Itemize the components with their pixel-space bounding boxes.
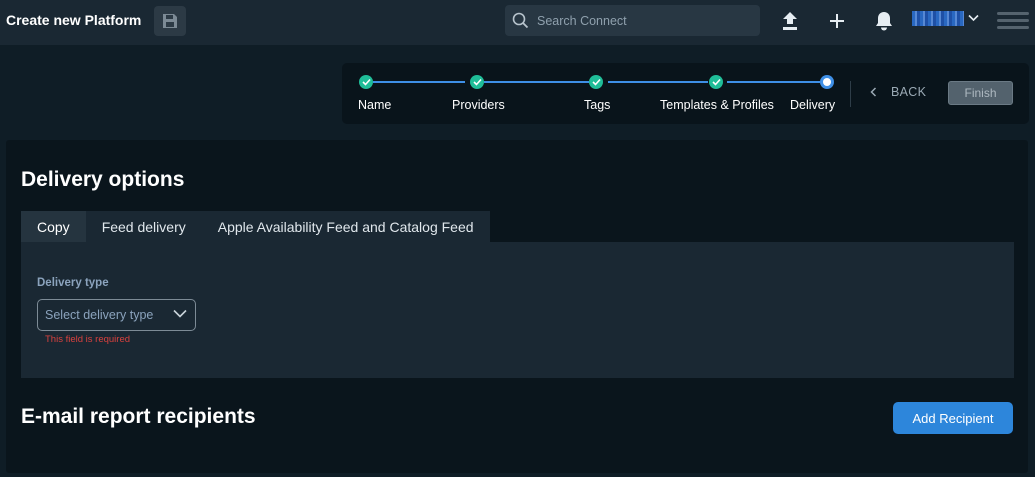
add-button[interactable] — [826, 10, 848, 32]
notifications-button[interactable] — [873, 10, 895, 32]
step-templates-profiles[interactable]: Templates & Profiles — [660, 98, 774, 112]
step-connector — [608, 81, 708, 83]
back-label: BACK — [891, 85, 927, 99]
step-done-icon — [470, 75, 484, 89]
step-done-icon — [589, 75, 603, 89]
finish-button[interactable]: Finish — [948, 81, 1013, 105]
tab-apple-availability-feed[interactable]: Apple Availability Feed and Catalog Feed — [201, 211, 490, 242]
step-done-icon — [359, 75, 373, 89]
menu-icon[interactable] — [997, 12, 1029, 34]
search-input[interactable] — [537, 5, 752, 36]
top-bar: Create new Platform — [0, 0, 1035, 45]
tab-feed-delivery[interactable]: Feed delivery — [85, 211, 202, 242]
step-current-icon — [820, 75, 834, 89]
wizard-stepper: Name Providers Tags Templates & Profiles… — [342, 63, 1029, 124]
chevron-left-icon — [870, 87, 877, 97]
search-icon — [512, 12, 529, 29]
divider — [850, 81, 851, 107]
step-delivery[interactable]: Delivery — [790, 98, 835, 112]
email-recipients-title: E-mail report recipients — [21, 405, 256, 428]
user-avatar[interactable] — [912, 11, 964, 26]
delivery-type-select[interactable]: Select delivery type — [37, 299, 196, 331]
delivery-type-label: Delivery type — [37, 277, 109, 289]
step-connector — [373, 81, 465, 83]
step-tags[interactable]: Tags — [584, 98, 610, 112]
step-providers[interactable]: Providers — [452, 98, 505, 112]
delivery-type-placeholder: Select delivery type — [45, 308, 154, 322]
chevron-down-icon — [173, 309, 187, 318]
delivery-type-error: This field is required — [45, 334, 131, 345]
delivery-card: Delivery options Copy Feed delivery Appl… — [6, 140, 1028, 473]
upload-icon — [783, 12, 797, 30]
tab-copy[interactable]: Copy — [21, 211, 86, 242]
chevron-down-icon[interactable] — [968, 14, 979, 22]
plus-icon — [830, 14, 844, 28]
save-icon — [163, 14, 177, 28]
add-recipient-button[interactable]: Add Recipient — [893, 402, 1013, 434]
page-title: Create new Platform — [6, 12, 142, 28]
step-connector — [484, 81, 589, 83]
step-done-icon — [709, 75, 723, 89]
bell-icon — [876, 11, 892, 30]
save-button[interactable] — [154, 6, 186, 36]
copy-tab-panel: Delivery type Select delivery type This … — [21, 242, 1014, 378]
upload-button[interactable] — [779, 10, 801, 32]
step-name[interactable]: Name — [358, 98, 391, 112]
delivery-tabs: Copy Feed delivery Apple Availability Fe… — [21, 211, 490, 242]
back-button[interactable]: BACK — [870, 83, 926, 101]
step-connector — [727, 81, 820, 83]
search-bar — [505, 5, 760, 36]
delivery-options-title: Delivery options — [21, 168, 185, 191]
